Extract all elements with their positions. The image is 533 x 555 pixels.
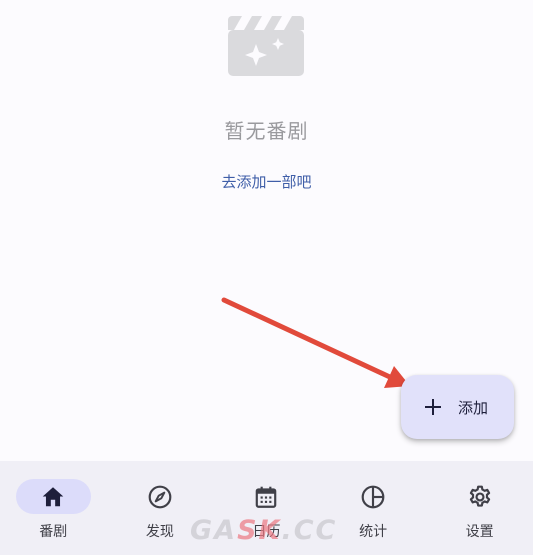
nav-label-calendar: 日历 <box>252 524 281 540</box>
add-anime-link[interactable]: 去添加一部吧 <box>0 171 533 192</box>
add-fab-button[interactable]: 添加 <box>401 375 514 439</box>
nav-label-discover: 发现 <box>145 524 174 540</box>
movie-clapperboard-icon <box>228 16 304 76</box>
nav-item-stats[interactable]: 统计 <box>320 461 427 555</box>
nav-label-settings: 设置 <box>465 524 494 540</box>
nav-item-settings[interactable]: 设置 <box>426 461 533 555</box>
nav-label-anime: 番剧 <box>39 524 68 540</box>
gear-icon <box>469 485 490 507</box>
home-icon <box>43 486 64 506</box>
calendar-icon <box>256 486 277 508</box>
nav-label-stats: 统计 <box>359 524 388 540</box>
plus-icon <box>425 399 441 415</box>
pie-chart-icon <box>361 485 385 508</box>
fab-label: 添加 <box>458 398 489 417</box>
nav-active-indicator <box>15 479 91 514</box>
nav-item-anime[interactable]: 番剧 <box>0 461 107 555</box>
compass-icon <box>148 485 172 508</box>
nav-item-calendar[interactable]: 日历 <box>213 461 320 555</box>
bottom-navigation: 番剧 发现 日历 统计 设置 <box>0 461 533 555</box>
nav-item-discover[interactable]: 发现 <box>107 461 214 555</box>
empty-state-title: 暂无番剧 <box>224 119 309 143</box>
